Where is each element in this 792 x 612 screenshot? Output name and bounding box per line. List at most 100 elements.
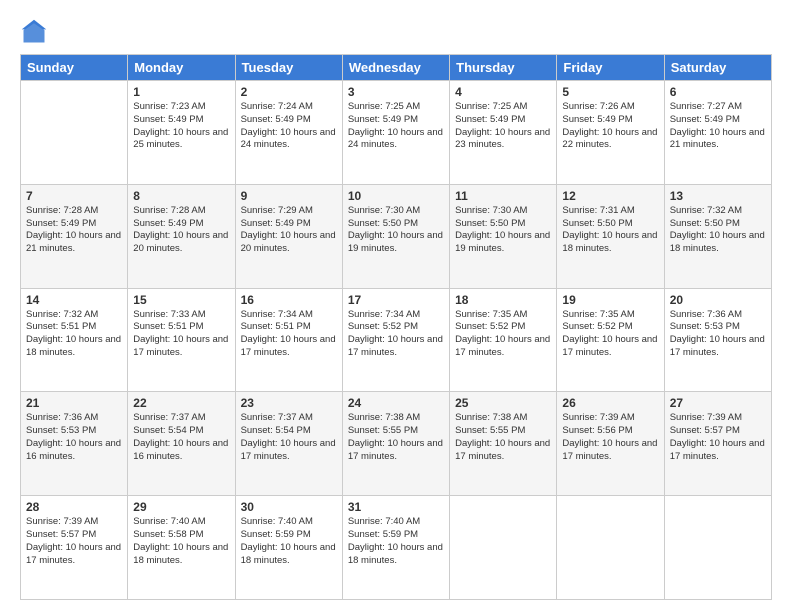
calendar-week-row: 1 Sunrise: 7:23 AM Sunset: 5:49 PM Daylig… [21, 81, 772, 185]
day-info: Sunrise: 7:36 AM Sunset: 5:53 PM Dayligh… [670, 309, 766, 360]
day-info: Sunrise: 7:26 AM Sunset: 5:49 PM Dayligh… [562, 101, 658, 152]
day-number: 21 [26, 396, 122, 410]
calendar-cell: 11Sunrise: 7:30 AM Sunset: 5:50 PM Dayli… [450, 184, 557, 288]
calendar-cell: 15 Sunrise: 7:33 AM Sunset: 5:51 PM Dayli… [128, 288, 235, 392]
day-number: 5 [562, 85, 658, 99]
day-number: 16 [241, 293, 337, 307]
day-info: Sunrise: 7:40 AM Sunset: 5:58 PM Dayligh… [133, 516, 229, 567]
day-number: 10 [348, 189, 444, 203]
day-info: Sunrise: 7:33 AM Sunset: 5:51 PM Dayligh… [133, 309, 229, 360]
day-info: Sunrise: 7:38 AM Sunset: 5:55 PM Dayligh… [455, 412, 551, 463]
day-number: 24 [348, 396, 444, 410]
day-number: 25 [455, 396, 551, 410]
day-header-monday: Monday [128, 55, 235, 81]
day-info: Sunrise: 7:23 AM Sunset: 5:49 PM Dayligh… [133, 101, 229, 152]
day-info: Sunrise: 7:34 AM Sunset: 5:52 PM Dayligh… [348, 309, 444, 360]
day-header-tuesday: Tuesday [235, 55, 342, 81]
day-info: Sunrise: 7:40 AM Sunset: 5:59 PM Dayligh… [241, 516, 337, 567]
day-info: Sunrise: 7:37 AM Sunset: 5:54 PM Dayligh… [241, 412, 337, 463]
day-number: 8 [133, 189, 229, 203]
calendar-cell: 7 Sunrise: 7:28 AM Sunset: 5:49 PM Daylig… [21, 184, 128, 288]
day-info: Sunrise: 7:32 AM Sunset: 5:51 PM Dayligh… [26, 309, 122, 360]
header [20, 18, 772, 46]
day-info: Sunrise: 7:39 AM Sunset: 5:56 PM Dayligh… [562, 412, 658, 463]
day-info: Sunrise: 7:37 AM Sunset: 5:54 PM Dayligh… [133, 412, 229, 463]
calendar-cell: 16Sunrise: 7:34 AM Sunset: 5:51 PM Dayli… [235, 288, 342, 392]
day-number: 2 [241, 85, 337, 99]
calendar-cell: 8 Sunrise: 7:28 AM Sunset: 5:49 PM Daylig… [128, 184, 235, 288]
day-number: 29 [133, 500, 229, 514]
day-info: Sunrise: 7:31 AM Sunset: 5:50 PM Dayligh… [562, 205, 658, 256]
day-number: 17 [348, 293, 444, 307]
day-info: Sunrise: 7:27 AM Sunset: 5:49 PM Dayligh… [670, 101, 766, 152]
calendar-cell: 28 Sunrise: 7:39 AM Sunset: 5:57 PM Dayli… [21, 496, 128, 600]
day-number: 7 [26, 189, 122, 203]
day-number: 19 [562, 293, 658, 307]
calendar-cell: 9 Sunrise: 7:29 AM Sunset: 5:49 PM Daylig… [235, 184, 342, 288]
day-info: Sunrise: 7:32 AM Sunset: 5:50 PM Dayligh… [670, 205, 766, 256]
calendar-cell: 22Sunrise: 7:37 AM Sunset: 5:54 PM Dayli… [128, 392, 235, 496]
day-info: Sunrise: 7:35 AM Sunset: 5:52 PM Dayligh… [562, 309, 658, 360]
logo-icon [20, 18, 48, 46]
calendar-cell: 23 Sunrise: 7:37 AM Sunset: 5:54 PM Dayli… [235, 392, 342, 496]
calendar-cell: 31 Sunrise: 7:40 AM Sunset: 5:59 PM Dayli… [342, 496, 449, 600]
calendar-week-row: 21 Sunrise: 7:36 AM Sunset: 5:53 PM Dayli… [21, 392, 772, 496]
calendar-cell: 5 Sunrise: 7:26 AM Sunset: 5:49 PM Daylig… [557, 81, 664, 185]
calendar-cell: 2 Sunrise: 7:24 AM Sunset: 5:49 PM Daylig… [235, 81, 342, 185]
day-header-saturday: Saturday [664, 55, 771, 81]
day-header-wednesday: Wednesday [342, 55, 449, 81]
calendar-cell: 21 Sunrise: 7:36 AM Sunset: 5:53 PM Dayli… [21, 392, 128, 496]
day-info: Sunrise: 7:39 AM Sunset: 5:57 PM Dayligh… [26, 516, 122, 567]
page: SundayMondayTuesdayWednesdayThursdayFrid… [0, 0, 792, 612]
day-number: 30 [241, 500, 337, 514]
day-number: 15 [133, 293, 229, 307]
day-number: 11 [455, 189, 551, 203]
day-number: 27 [670, 396, 766, 410]
calendar-cell [21, 81, 128, 185]
day-info: Sunrise: 7:39 AM Sunset: 5:57 PM Dayligh… [670, 412, 766, 463]
calendar-cell: 4 Sunrise: 7:25 AM Sunset: 5:49 PM Daylig… [450, 81, 557, 185]
calendar-cell: 19 Sunrise: 7:35 AM Sunset: 5:52 PM Dayli… [557, 288, 664, 392]
day-info: Sunrise: 7:25 AM Sunset: 5:49 PM Dayligh… [348, 101, 444, 152]
calendar-cell: 20 Sunrise: 7:36 AM Sunset: 5:53 PM Dayli… [664, 288, 771, 392]
calendar-cell [664, 496, 771, 600]
day-info: Sunrise: 7:38 AM Sunset: 5:55 PM Dayligh… [348, 412, 444, 463]
day-info: Sunrise: 7:25 AM Sunset: 5:49 PM Dayligh… [455, 101, 551, 152]
calendar-week-row: 14 Sunrise: 7:32 AM Sunset: 5:51 PM Dayli… [21, 288, 772, 392]
calendar-cell: 25 Sunrise: 7:38 AM Sunset: 5:55 PM Dayli… [450, 392, 557, 496]
day-header-friday: Friday [557, 55, 664, 81]
calendar-cell: 29 Sunrise: 7:40 AM Sunset: 5:58 PM Dayli… [128, 496, 235, 600]
day-info: Sunrise: 7:36 AM Sunset: 5:53 PM Dayligh… [26, 412, 122, 463]
calendar-cell: 30 Sunrise: 7:40 AM Sunset: 5:59 PM Dayli… [235, 496, 342, 600]
day-number: 26 [562, 396, 658, 410]
day-number: 20 [670, 293, 766, 307]
calendar-cell: 6 Sunrise: 7:27 AM Sunset: 5:49 PM Daylig… [664, 81, 771, 185]
day-info: Sunrise: 7:29 AM Sunset: 5:49 PM Dayligh… [241, 205, 337, 256]
day-number: 18 [455, 293, 551, 307]
day-info: Sunrise: 7:24 AM Sunset: 5:49 PM Dayligh… [241, 101, 337, 152]
day-number: 31 [348, 500, 444, 514]
day-info: Sunrise: 7:28 AM Sunset: 5:49 PM Dayligh… [26, 205, 122, 256]
day-number: 4 [455, 85, 551, 99]
day-number: 9 [241, 189, 337, 203]
day-info: Sunrise: 7:40 AM Sunset: 5:59 PM Dayligh… [348, 516, 444, 567]
calendar-cell: 17 Sunrise: 7:34 AM Sunset: 5:52 PM Dayli… [342, 288, 449, 392]
day-number: 1 [133, 85, 229, 99]
day-number: 14 [26, 293, 122, 307]
day-number: 6 [670, 85, 766, 99]
logo [20, 18, 52, 46]
day-number: 23 [241, 396, 337, 410]
calendar-cell: 12Sunrise: 7:31 AM Sunset: 5:50 PM Dayli… [557, 184, 664, 288]
calendar-cell: 10 Sunrise: 7:30 AM Sunset: 5:50 PM Dayli… [342, 184, 449, 288]
day-header-sunday: Sunday [21, 55, 128, 81]
calendar-cell: 3Sunrise: 7:25 AM Sunset: 5:49 PM Daylig… [342, 81, 449, 185]
calendar-cell: 27 Sunrise: 7:39 AM Sunset: 5:57 PM Dayli… [664, 392, 771, 496]
calendar-week-row: 7 Sunrise: 7:28 AM Sunset: 5:49 PM Daylig… [21, 184, 772, 288]
calendar-cell: 1 Sunrise: 7:23 AM Sunset: 5:49 PM Daylig… [128, 81, 235, 185]
day-info: Sunrise: 7:35 AM Sunset: 5:52 PM Dayligh… [455, 309, 551, 360]
day-number: 28 [26, 500, 122, 514]
calendar: SundayMondayTuesdayWednesdayThursdayFrid… [20, 54, 772, 600]
day-info: Sunrise: 7:28 AM Sunset: 5:49 PM Dayligh… [133, 205, 229, 256]
day-info: Sunrise: 7:30 AM Sunset: 5:50 PM Dayligh… [348, 205, 444, 256]
calendar-cell: 14 Sunrise: 7:32 AM Sunset: 5:51 PM Dayli… [21, 288, 128, 392]
